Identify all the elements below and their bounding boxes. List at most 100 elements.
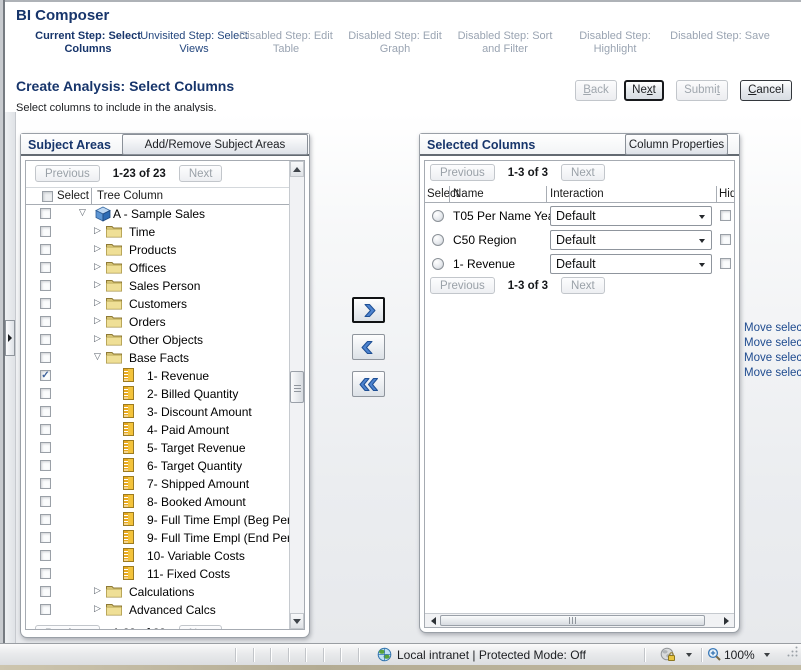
- scroll-left-button[interactable]: [425, 614, 441, 627]
- tree-node-label[interactable]: 1- Revenue: [147, 369, 209, 383]
- chevron-down-icon[interactable]: [686, 653, 692, 657]
- expand-toggle-icon[interactable]: ▷: [94, 333, 101, 344]
- tree-node-label[interactable]: 11- Fixed Costs: [147, 567, 230, 581]
- interaction-dropdown[interactable]: Default: [550, 254, 712, 274]
- zoom-icon[interactable]: [707, 647, 722, 663]
- previous-button[interactable]: Previous: [35, 625, 100, 630]
- tree-node-label[interactable]: 7- Shipped Amount: [147, 477, 249, 491]
- expand-toggle-icon[interactable]: ▷: [94, 261, 101, 272]
- expand-toggle-icon[interactable]: ▷: [94, 279, 101, 290]
- hidden-checkbox[interactable]: [720, 258, 731, 269]
- chevron-down-icon[interactable]: [764, 653, 770, 657]
- row-select-checkbox[interactable]: [40, 226, 51, 237]
- tree-node-label[interactable]: Time: [129, 225, 155, 239]
- scrollbar-thumb[interactable]: [290, 371, 304, 403]
- row-select-checkbox[interactable]: [40, 442, 51, 453]
- tree-node-label[interactable]: Products: [129, 243, 176, 257]
- move-all-left-button[interactable]: [352, 371, 385, 397]
- move-selected-link[interactable]: Move selec: [744, 336, 801, 351]
- next-button[interactable]: Next: [561, 164, 605, 181]
- scroll-right-button[interactable]: [718, 614, 734, 627]
- cancel-button[interactable]: Cancel: [740, 80, 792, 101]
- tree-node-label[interactable]: 5- Target Revenue: [147, 441, 246, 455]
- move-selected-link[interactable]: Move selec: [744, 321, 801, 336]
- previous-button[interactable]: Previous: [430, 164, 495, 181]
- splitter-expand-handle[interactable]: [5, 320, 15, 356]
- row-select-radio[interactable]: [432, 234, 444, 246]
- expand-toggle-icon[interactable]: ▷: [94, 225, 101, 236]
- tree-node-label[interactable]: Advanced Calcs: [129, 603, 216, 617]
- row-select-checkbox[interactable]: [40, 478, 51, 489]
- row-select-checkbox[interactable]: [40, 280, 51, 291]
- tree-node-label[interactable]: 9- Full Time Empl (End Period): [147, 531, 305, 545]
- next-button[interactable]: Next: [624, 80, 664, 101]
- expand-toggle-icon[interactable]: ▷: [94, 243, 101, 254]
- scroll-up-button[interactable]: [290, 161, 304, 177]
- previous-button[interactable]: Previous: [430, 277, 495, 294]
- tree-node-label[interactable]: 6- Target Quantity: [147, 459, 242, 473]
- row-select-radio[interactable]: [432, 210, 444, 222]
- next-button[interactable]: Next: [179, 165, 223, 182]
- row-select-checkbox[interactable]: [40, 568, 51, 579]
- tree-node-label[interactable]: 8- Booked Amount: [147, 495, 246, 509]
- row-select-checkbox[interactable]: [40, 352, 51, 363]
- collapse-toggle-icon[interactable]: ▽: [94, 351, 101, 362]
- collapse-toggle-icon[interactable]: ▽: [79, 207, 86, 218]
- row-select-checkbox[interactable]: [40, 208, 51, 219]
- move-selected-link[interactable]: Move selec: [744, 366, 801, 381]
- move-selected-left-button[interactable]: [352, 334, 385, 360]
- move-selected-link[interactable]: Move selec: [744, 351, 801, 366]
- expand-toggle-icon[interactable]: ▷: [94, 297, 101, 308]
- tree-node-label[interactable]: 3- Discount Amount: [147, 405, 252, 419]
- tree-node-label[interactable]: Calculations: [129, 585, 194, 599]
- scrollbar-thumb[interactable]: [440, 615, 705, 626]
- tree-node-label[interactable]: Customers: [129, 297, 187, 311]
- step-item-1[interactable]: Current Step: Select Columns: [32, 30, 144, 56]
- tree-node-label[interactable]: Sales Person: [129, 279, 200, 293]
- resize-grip-icon[interactable]: [786, 645, 799, 663]
- tree-node-label[interactable]: A - Sample Sales: [113, 207, 205, 221]
- row-select-checkbox[interactable]: [40, 514, 51, 525]
- expand-toggle-icon[interactable]: ▷: [94, 315, 101, 326]
- row-select-checkbox[interactable]: [40, 460, 51, 471]
- row-select-checkbox[interactable]: [40, 406, 51, 417]
- row-select-checkbox[interactable]: [40, 424, 51, 435]
- interaction-dropdown[interactable]: Default: [550, 230, 712, 250]
- row-select-checkbox[interactable]: [40, 496, 51, 507]
- tree-node-label[interactable]: 10- Variable Costs: [147, 549, 245, 563]
- move-selected-right-button[interactable]: [352, 297, 385, 323]
- tree-node-label[interactable]: 4- Paid Amount: [147, 423, 229, 437]
- row-select-checkbox[interactable]: ✓: [40, 370, 51, 381]
- row-select-checkbox[interactable]: [40, 298, 51, 309]
- row-select-checkbox[interactable]: [40, 334, 51, 345]
- row-select-checkbox[interactable]: [40, 550, 51, 561]
- security-zone-icon[interactable]: [660, 647, 676, 663]
- row-select-checkbox[interactable]: [40, 262, 51, 273]
- tree-node-label[interactable]: Orders: [129, 315, 166, 329]
- row-select-radio[interactable]: [432, 258, 444, 270]
- row-select-checkbox[interactable]: [40, 316, 51, 327]
- back-button[interactable]: Back: [575, 80, 617, 101]
- previous-button[interactable]: Previous: [35, 165, 100, 182]
- next-button[interactable]: Next: [179, 625, 223, 630]
- expand-toggle-icon[interactable]: ▷: [94, 603, 101, 614]
- row-select-checkbox[interactable]: [40, 604, 51, 615]
- row-select-checkbox[interactable]: [40, 244, 51, 255]
- horizontal-scrollbar[interactable]: [425, 613, 734, 627]
- hidden-checkbox[interactable]: [720, 234, 731, 245]
- vertical-scrollbar[interactable]: [289, 161, 304, 629]
- expand-toggle-icon[interactable]: ▷: [94, 585, 101, 596]
- hidden-checkbox[interactable]: [720, 210, 731, 221]
- tree-node-label[interactable]: Other Objects: [129, 333, 203, 347]
- row-select-checkbox[interactable]: [40, 586, 51, 597]
- column-properties-button[interactable]: Column Properties: [625, 134, 728, 155]
- interaction-dropdown[interactable]: Default: [550, 206, 712, 226]
- scroll-down-button[interactable]: [290, 613, 304, 629]
- next-button[interactable]: Next: [561, 277, 605, 294]
- submit-button[interactable]: Submit: [676, 80, 728, 101]
- tree-node-label[interactable]: 2- Billed Quantity: [147, 387, 238, 401]
- tree-node-label[interactable]: Base Facts: [129, 351, 189, 365]
- tree-node-label[interactable]: 9- Full Time Empl (Beg Period): [147, 513, 305, 527]
- row-select-checkbox[interactable]: [40, 532, 51, 543]
- add-remove-subject-areas-button[interactable]: Add/Remove Subject Areas: [122, 134, 308, 155]
